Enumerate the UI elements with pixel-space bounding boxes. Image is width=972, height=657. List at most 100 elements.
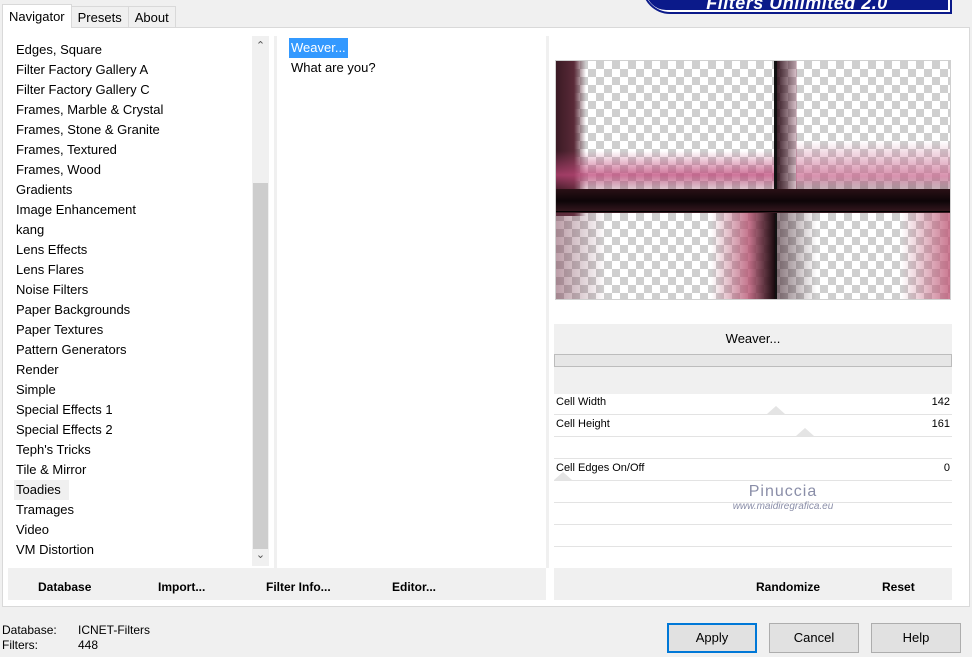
category-label: Filter Factory Gallery C	[16, 82, 150, 97]
param-value: 161	[931, 418, 950, 430]
category-list[interactable]: Edges, Square Filter Factory Gallery A Fil…	[14, 40, 250, 560]
category-item[interactable]: Toadies	[14, 480, 250, 500]
param-label: Cell Width	[556, 396, 607, 408]
tab-about[interactable]: About	[127, 6, 176, 28]
category-label: Tile & Mirror	[16, 462, 87, 477]
category-label: Pattern Generators	[16, 342, 127, 357]
category-item[interactable]: Image Enhancement	[14, 200, 250, 220]
category-item[interactable]: Edges, Square	[14, 40, 250, 60]
category-label: Tramages	[16, 502, 75, 517]
reset-button[interactable]: Reset	[882, 568, 915, 600]
category-item[interactable]: Special Effects 1	[14, 400, 250, 420]
category-label: Frames, Stone & Granite	[16, 122, 160, 137]
category-item[interactable]: kang	[14, 220, 250, 240]
filter-list[interactable]: Weaver... What are you?	[289, 38, 378, 78]
divider	[554, 546, 952, 547]
category-item[interactable]: Gradients	[14, 180, 250, 200]
right-button-bar: Randomize Reset	[554, 568, 952, 600]
category-item[interactable]: Render	[14, 360, 250, 380]
slider-thumb[interactable]	[796, 428, 814, 436]
category-label: Teph's Tricks	[16, 442, 91, 457]
app-logo: Filters Unlimited 2.0	[642, 0, 952, 14]
category-item[interactable]: Paper Backgrounds	[14, 300, 250, 320]
category-label: Lens Flares	[16, 262, 84, 277]
filter-name-label: Weaver...	[554, 324, 952, 354]
category-item[interactable]: Noise Filters	[14, 280, 250, 300]
category-scrollbar[interactable]: ⌃ ⌄	[252, 36, 269, 566]
category-item[interactable]: Video	[14, 520, 250, 540]
chevron-down-icon[interactable]: ⌄	[252, 547, 269, 564]
param-cell-height[interactable]: Cell Height 161	[554, 415, 952, 437]
divider	[554, 524, 952, 525]
panel-divider[interactable]	[546, 36, 549, 568]
category-item[interactable]: VM Distortion	[14, 540, 250, 560]
category-item[interactable]: Frames, Wood	[14, 160, 250, 180]
filters-count-value: 448	[78, 638, 99, 652]
category-item[interactable]: Pattern Generators	[14, 340, 250, 360]
category-label: Paper Backgrounds	[16, 302, 131, 317]
filter-info-button[interactable]: Filter Info...	[266, 568, 331, 600]
cancel-button[interactable]: Cancel	[769, 623, 859, 653]
controls-header	[554, 367, 952, 394]
category-item[interactable]: Filter Factory Gallery A	[14, 60, 250, 80]
filter-label: Weaver...	[289, 38, 348, 58]
category-item[interactable]: Lens Flares	[14, 260, 250, 280]
left-button-bar: Database Import... Filter Info... Editor…	[8, 568, 546, 600]
tab-presets[interactable]: Presets	[70, 6, 129, 28]
category-item[interactable]: Lens Effects	[14, 240, 250, 260]
category-item[interactable]: Tramages	[14, 500, 250, 520]
param-cell-width[interactable]: Cell Width 142	[554, 393, 952, 415]
category-label: kang	[16, 222, 45, 237]
category-label: Frames, Textured	[16, 142, 117, 157]
category-item[interactable]: Frames, Textured	[14, 140, 250, 160]
category-label: Gradients	[16, 182, 73, 197]
category-label: Simple	[16, 382, 56, 397]
category-item[interactable]: Special Effects 2	[14, 420, 250, 440]
randomize-button[interactable]: Randomize	[756, 568, 820, 600]
category-item[interactable]: Simple	[14, 380, 250, 400]
category-label: Paper Textures	[16, 322, 104, 337]
param-value: 142	[931, 396, 950, 408]
watermark-url: www.maidiregrafica.eu	[732, 501, 834, 512]
category-item[interactable]: Tile & Mirror	[14, 460, 250, 480]
divider	[554, 436, 952, 437]
chevron-up-icon[interactable]: ⌃	[252, 38, 269, 55]
filter-item[interactable]: What are you?	[289, 58, 378, 78]
apply-button[interactable]: Apply	[667, 623, 757, 653]
tab-navigator[interactable]: Navigator	[2, 4, 72, 28]
category-item[interactable]: Filter Factory Gallery C	[14, 80, 250, 100]
category-item[interactable]: Teph's Tricks	[14, 440, 250, 460]
database-value: ICNET-Filters	[78, 623, 150, 637]
filter-item[interactable]: Weaver...	[289, 38, 378, 58]
slider-thumb[interactable]	[767, 406, 785, 414]
category-label: Toadies	[14, 480, 69, 500]
category-label: Image Enhancement	[16, 202, 136, 217]
param-label: Cell Height	[556, 418, 610, 430]
param-value: 0	[943, 462, 950, 474]
database-label: Database:	[2, 623, 57, 637]
param-cell-edges[interactable]: Cell Edges On/Off 0	[554, 459, 952, 481]
status-area: Database: ICNET-Filters Filters: 448	[2, 623, 150, 653]
category-label: Special Effects 1	[16, 402, 113, 417]
divider	[554, 480, 952, 481]
category-label: Lens Effects	[16, 242, 88, 257]
panel-divider[interactable]	[274, 36, 277, 568]
import-button[interactable]: Import...	[158, 568, 205, 600]
database-button[interactable]: Database	[38, 568, 91, 600]
slider-thumb[interactable]	[554, 472, 572, 480]
category-label: Noise Filters	[16, 282, 89, 297]
category-label: Edges, Square	[16, 42, 103, 57]
filter-label: What are you?	[291, 60, 376, 75]
progress-bar	[554, 354, 952, 367]
category-item[interactable]: Paper Textures	[14, 320, 250, 340]
category-label: Filter Factory Gallery A	[16, 62, 149, 77]
editor-button[interactable]: Editor...	[392, 568, 436, 600]
filter-preview	[555, 60, 951, 300]
category-item[interactable]: Frames, Stone & Granite	[14, 120, 250, 140]
category-label: Render	[16, 362, 59, 377]
filters-count-label: Filters:	[2, 638, 38, 652]
category-label: Frames, Marble & Crystal	[16, 102, 164, 117]
category-item[interactable]: Frames, Marble & Crystal	[14, 100, 250, 120]
help-button[interactable]: Help	[871, 623, 961, 653]
scroll-thumb[interactable]	[253, 183, 268, 549]
